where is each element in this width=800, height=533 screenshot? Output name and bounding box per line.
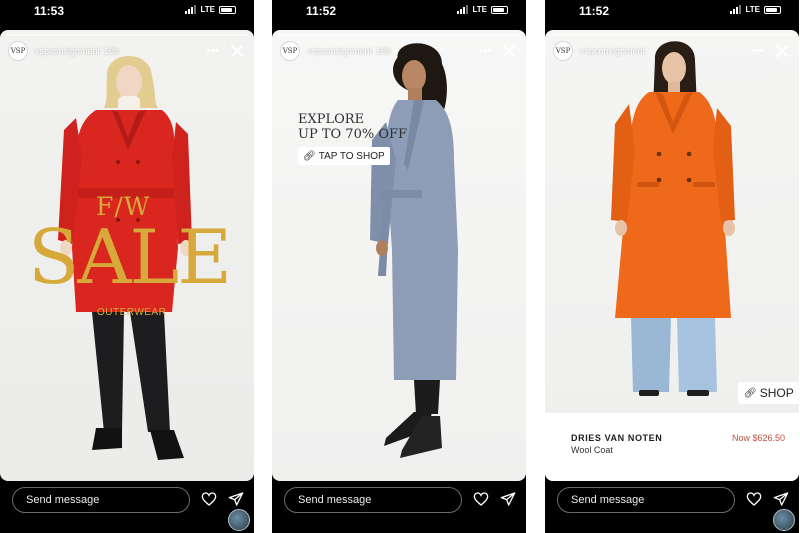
- signal-icon: [730, 5, 742, 14]
- overlay-discount: UP TO 70% OFF: [298, 127, 408, 142]
- close-icon[interactable]: [500, 42, 518, 60]
- status-bar: 11:52 LTE: [272, 0, 526, 30]
- username[interactable]: vspconsignment: [580, 46, 645, 56]
- send-message-input[interactable]: [557, 487, 735, 513]
- overlay-sale: SALE: [28, 213, 232, 301]
- product-brand: DRIES VAN NOTEN: [571, 433, 663, 443]
- heart-icon[interactable]: [746, 491, 762, 507]
- send-message-input[interactable]: [284, 487, 462, 513]
- send-icon[interactable]: [228, 491, 244, 507]
- product-card[interactable]: DRIES VAN NOTEN Wool Coat Now $626.50: [545, 413, 799, 481]
- status-bar: 11:53 LTE: [0, 0, 254, 30]
- send-message-input[interactable]: [12, 487, 190, 513]
- overlay-outerwear: OUTERWEAR: [97, 307, 167, 318]
- more-icon[interactable]: •••: [749, 45, 767, 57]
- profile-avatar[interactable]: VSP: [553, 41, 573, 61]
- status-bar: 11:52 LTE: [545, 0, 799, 30]
- more-icon[interactable]: •••: [476, 45, 494, 57]
- story-progress-bar: [278, 34, 520, 36]
- battery-icon: [764, 5, 781, 14]
- shop-sticker[interactable]: 🔗︎ SHOP: [738, 382, 799, 404]
- tap-to-shop-label: TAP TO SHOP: [318, 150, 385, 162]
- send-icon[interactable]: [500, 491, 516, 507]
- story-reply-bar: [0, 481, 254, 533]
- viewer-avatar: [773, 509, 795, 531]
- story-header: VSP vspconsignment 10h •••: [280, 40, 518, 62]
- story-content[interactable]: VSP vspconsignment 10h ••• EXPLORE UP TO…: [272, 30, 526, 481]
- story-reply-bar: [272, 481, 526, 533]
- story-progress-bar: [6, 34, 248, 36]
- battery-icon: [491, 5, 508, 14]
- close-icon[interactable]: [773, 42, 791, 60]
- network-label: LTE: [745, 5, 760, 14]
- time-ago: 10h: [376, 46, 392, 56]
- status-time: 11:52: [579, 4, 610, 18]
- signal-icon: [457, 5, 469, 14]
- story-progress-bar: [551, 34, 793, 36]
- product-price: Now $626.50: [731, 433, 785, 443]
- heart-icon[interactable]: [473, 491, 489, 507]
- profile-avatar[interactable]: VSP: [280, 41, 300, 61]
- story-screen-3: 11:52 LTE VSP vspconsignment ••• 🔗︎ SHOP…: [545, 0, 799, 533]
- time-ago: 10h: [104, 46, 120, 56]
- signal-icon: [185, 5, 197, 14]
- story-header: VSP vspconsignment 10h •••: [8, 40, 246, 62]
- status-time: 11:53: [34, 4, 65, 18]
- battery-icon: [219, 5, 236, 14]
- story-content[interactable]: VSP vspconsignment ••• 🔗︎ SHOP DRIES VAN…: [545, 30, 799, 481]
- tap-to-shop-link[interactable]: 🔗︎ TAP TO SHOP: [298, 147, 390, 165]
- more-icon[interactable]: •••: [204, 45, 222, 57]
- profile-avatar[interactable]: VSP: [8, 41, 28, 61]
- shop-sticker-label: SHOP: [759, 386, 794, 400]
- network-label: LTE: [472, 5, 487, 14]
- status-icons: LTE: [730, 5, 781, 14]
- send-icon[interactable]: [773, 491, 789, 507]
- model-photo: [370, 43, 458, 458]
- status-icons: LTE: [457, 5, 508, 14]
- close-icon[interactable]: [228, 42, 246, 60]
- username[interactable]: vspconsignment: [307, 46, 372, 56]
- link-icon: 🔗︎: [303, 150, 316, 162]
- network-label: LTE: [200, 5, 215, 14]
- username[interactable]: vspconsignment: [35, 46, 100, 56]
- story-screen-1: 11:53 LTE VSP vspconsignment 10h ••• F/W…: [0, 0, 254, 533]
- heart-icon[interactable]: [201, 491, 217, 507]
- story-header: VSP vspconsignment •••: [553, 40, 791, 62]
- story-screen-2: 11:52 LTE VSP vspconsignment 10h ••• EXP…: [272, 0, 526, 533]
- link-icon: 🔗︎: [744, 387, 757, 399]
- story-reply-bar: [545, 481, 799, 533]
- product-name: Wool Coat: [571, 445, 613, 455]
- overlay-explore: EXPLORE: [298, 112, 365, 127]
- status-time: 11:52: [306, 4, 337, 18]
- viewer-avatar: [228, 509, 250, 531]
- story-content[interactable]: VSP vspconsignment 10h ••• F/W SALE OUTE…: [0, 30, 254, 481]
- status-icons: LTE: [185, 5, 236, 14]
